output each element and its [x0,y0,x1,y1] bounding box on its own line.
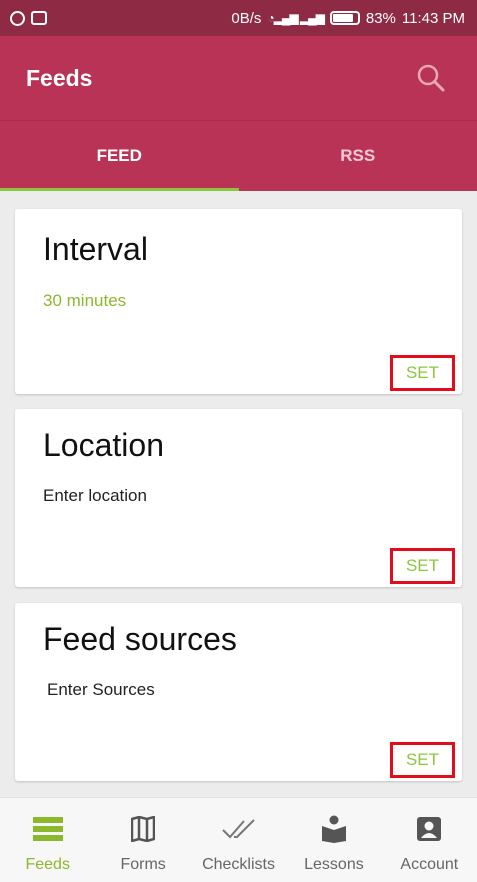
tab-feed[interactable]: FEED [0,121,239,191]
location-value: Enter location [43,486,147,505]
tab-bar: FEED RSS [0,120,477,191]
location-card: Location Enter location SET [15,409,462,587]
nav-item-checklists[interactable]: Checklists [191,798,286,882]
clock: 11:43 PM [401,9,465,27]
card-title: Feed sources [43,621,237,657]
status-indicators: 0B/s ◔▂▄▆ ▂▄▆ 83% 11:43 PM [231,10,465,27]
account-icon [416,815,442,843]
battery-icon [329,11,360,25]
tab-feed-label: FEED [96,146,142,165]
feed-sources-card: Feed sources Enter Sources SET [15,603,462,781]
nav-label: Checklists [202,856,275,873]
nav-item-lessons[interactable]: Lessons [286,798,381,882]
set-interval-button[interactable]: SET [390,355,455,391]
nav-item-feeds[interactable]: Feeds [0,798,95,882]
map-icon [131,815,156,843]
image-icon [31,11,47,25]
battery-fill [332,14,353,22]
status-notifications [10,10,47,26]
nav-item-forms[interactable]: Forms [95,798,190,882]
nav-label: Lessons [304,856,364,873]
interval-value: 30 minutes [43,291,127,310]
wifi-signal-icon: ◔▂▄▆ ▂▄▆ [267,11,324,25]
feeds-icon [32,815,64,843]
network-speed: 0B/s [231,9,262,27]
card-title: Interval [43,231,148,267]
search-button[interactable] [411,58,451,98]
status-bar: 0B/s ◔▂▄▆ ▂▄▆ 83% 11:43 PM [0,0,477,36]
page-title: Feeds [26,64,93,91]
app-bar: Feeds [0,36,477,120]
nav-label: Forms [120,856,166,873]
battery-percent: 83% [365,9,396,27]
nav-label: Feeds [25,856,70,873]
set-location-button[interactable]: SET [390,548,455,584]
double-check-icon [221,815,256,843]
interval-card: Interval 30 minutes SET [15,209,462,394]
set-sources-button[interactable]: SET [390,742,455,778]
card-title: Location [43,427,164,463]
tab-rss[interactable]: RSS [239,121,477,191]
nav-item-account[interactable]: Account [382,798,477,882]
tab-rss-label: RSS [340,146,376,165]
whatsapp-icon [10,10,25,26]
bottom-nav: Feeds Forms Checklists Lessons Account [0,797,477,882]
nav-label: Account [400,856,459,873]
search-icon [417,64,445,92]
sources-value: Enter Sources [47,680,155,699]
reader-icon [320,815,348,843]
